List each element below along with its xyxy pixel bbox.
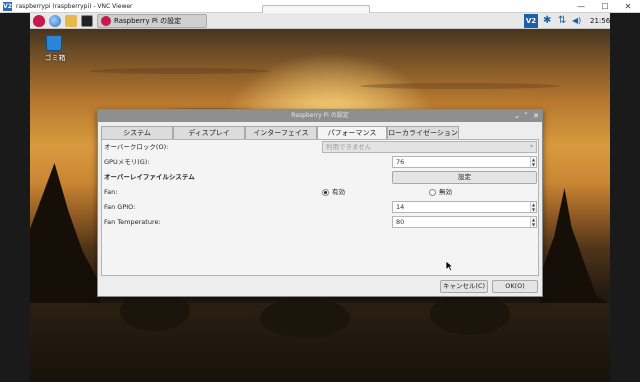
cloud-streak [90, 68, 270, 74]
fan-label: Fan: [104, 188, 118, 196]
cloud-streak [360, 83, 560, 89]
vnc-app-icon: V2 [3, 2, 12, 11]
bluetooth-icon[interactable]: ✱ [543, 14, 551, 28]
web-browser-icon[interactable] [49, 15, 61, 27]
fan-enabled-label: 有効 [332, 188, 345, 196]
fan-temperature-value: 80 [396, 218, 405, 226]
tree-silhouette [260, 298, 350, 338]
tab-system[interactable]: システム [101, 126, 173, 140]
tab-localisation[interactable]: ローカライゼーション [387, 126, 459, 140]
dialog-titlebar[interactable]: Raspberry Pi の設定 ⌄ ˄ ✕ [98, 110, 542, 122]
network-icon[interactable]: ⇅ [558, 14, 566, 28]
fan-gpio-value: 14 [396, 203, 405, 211]
tree-silhouette [430, 293, 510, 335]
remote-desktop[interactable]: Raspberry Pi の設定 V2 ✱ ⇅ ◀) 21:56 ゴミ箱 Ras… [30, 13, 610, 382]
vnc-window-titlebar[interactable]: V2 raspberrypi (raspberrypi) - VNC Viewe… [0, 0, 640, 13]
dialog-close-button[interactable]: ✕ [531, 110, 541, 122]
chevron-down-icon: ▾ [529, 143, 533, 150]
vnc-toolbar-handle[interactable] [262, 5, 370, 13]
gpu-memory-stepper[interactable]: 76 ▲ ▼ [392, 156, 537, 168]
tab-performance[interactable]: パフォーマンス [317, 126, 387, 140]
dialog-maximize-button[interactable]: ˄ [521, 110, 531, 122]
fan-disabled-radio[interactable] [429, 189, 436, 196]
ok-button[interactable]: OK(O) [492, 280, 538, 293]
overlay-fs-label: オーバーレイファイルシステム [104, 173, 195, 181]
taskbar-task-rpi-config[interactable]: Raspberry Pi の設定 [97, 14, 207, 28]
tab-interfaces[interactable]: インターフェイス [245, 126, 317, 140]
clock[interactable]: 21:56 [590, 13, 610, 29]
dialog-title: Raspberry Pi の設定 [291, 112, 349, 119]
mouse-cursor-icon [445, 260, 454, 272]
vnc-window-title: raspberrypi (raspberrypi) - VNC Viewer [16, 3, 133, 10]
overclock-label: オーバークロック(O): [104, 143, 169, 151]
rpi-config-dialog: Raspberry Pi の設定 ⌄ ˄ ✕ システム ディスプレイ インターフ… [97, 109, 543, 297]
raspberry-icon [101, 16, 111, 26]
terminal-icon[interactable] [81, 15, 93, 27]
fan-temperature-stepper[interactable]: 80 ▲ ▼ [392, 216, 537, 228]
taskbar-task-label: Raspberry Pi の設定 [114, 17, 182, 25]
fan-disabled-label: 無効 [439, 188, 452, 196]
vnc-server-icon[interactable]: V2 [524, 14, 538, 28]
stepper-arrows-icon[interactable]: ▲ ▼ [530, 157, 536, 167]
cancel-button[interactable]: キャンセル(C) [440, 280, 488, 293]
tab-display[interactable]: ディスプレイ [173, 126, 245, 140]
stepper-arrows-icon[interactable]: ▲ ▼ [530, 202, 536, 212]
rpi-taskbar: Raspberry Pi の設定 V2 ✱ ⇅ ◀) 21:56 [30, 13, 610, 29]
overclock-value: 利用できません [326, 143, 372, 151]
trash-label: ゴミ箱 [44, 54, 66, 62]
volume-icon[interactable]: ◀) [572, 14, 581, 28]
close-button[interactable]: ✕ [617, 0, 639, 13]
fan-temperature-label: Fan Temperature: [104, 218, 161, 226]
trash-icon[interactable] [46, 35, 62, 51]
raspberry-menu-icon[interactable] [33, 15, 45, 27]
stepper-arrows-icon[interactable]: ▲ ▼ [530, 217, 536, 227]
performance-panel: オーバークロック(O): 利用できません ▾ GPUメモリ(G): 76 ▲ ▼ … [101, 139, 539, 276]
minimize-button[interactable]: — [570, 0, 592, 13]
tree-silhouette [120, 291, 190, 331]
fan-gpio-stepper[interactable]: 14 ▲ ▼ [392, 201, 537, 213]
file-manager-icon[interactable] [65, 15, 77, 27]
gpu-memory-value: 76 [396, 158, 405, 166]
overlay-fs-settings-button[interactable]: 設定 [392, 171, 537, 184]
maximize-button[interactable]: ☐ [594, 0, 616, 13]
fan-enabled-radio[interactable] [322, 189, 329, 196]
fan-gpio-label: Fan GPIO: [104, 203, 136, 211]
overclock-dropdown[interactable]: 利用できません ▾ [322, 141, 537, 153]
gpu-memory-label: GPUメモリ(G): [104, 158, 150, 166]
